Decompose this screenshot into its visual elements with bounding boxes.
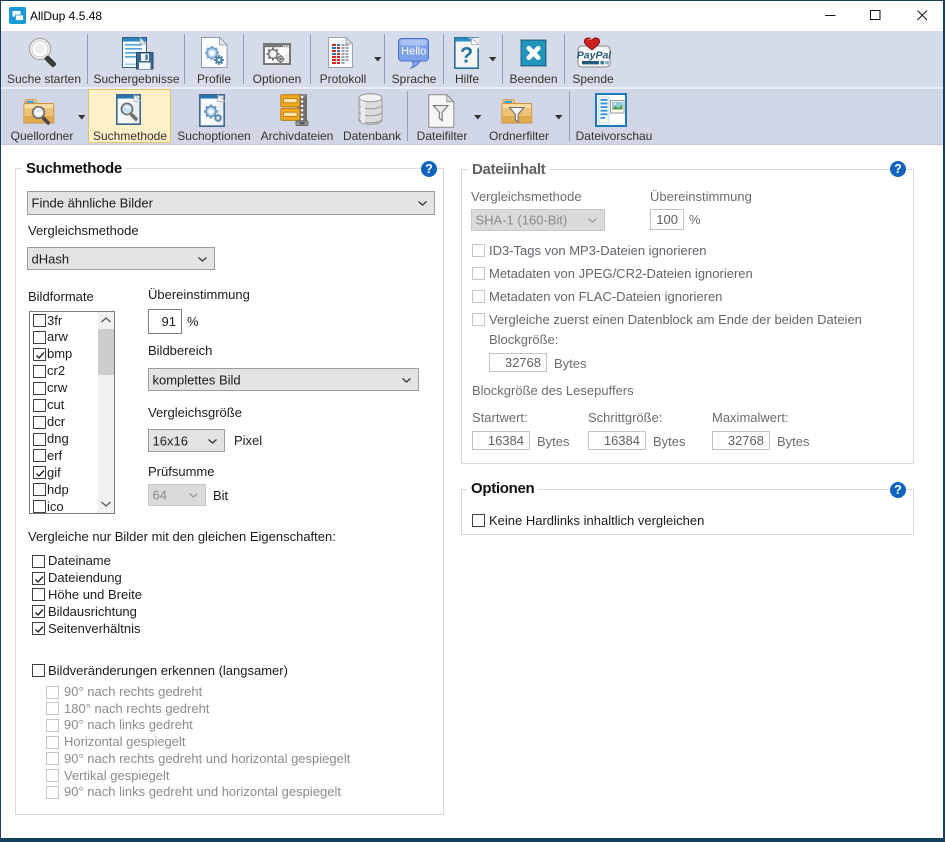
svg-text:Hello: Hello bbox=[401, 46, 426, 58]
svg-text:?: ? bbox=[460, 43, 473, 68]
svg-text:PayPal: PayPal bbox=[577, 50, 611, 62]
